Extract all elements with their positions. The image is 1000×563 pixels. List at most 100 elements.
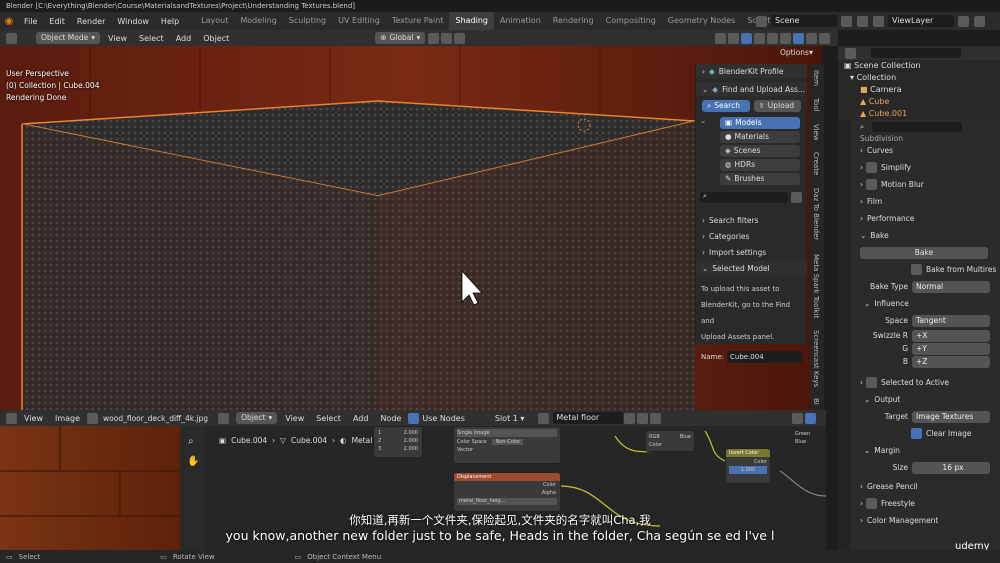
overlay-icon[interactable] xyxy=(741,32,752,44)
asset-type-models[interactable]: ▣ Models xyxy=(720,117,800,129)
node-editor-type-icon[interactable] xyxy=(218,412,230,424)
influence-section[interactable]: Influence xyxy=(874,299,909,308)
section-bake[interactable]: Bake xyxy=(870,231,888,240)
editor-type-icon[interactable] xyxy=(6,32,17,44)
section-film[interactable]: Film xyxy=(867,197,882,206)
slot-dropdown[interactable]: Slot 1 ▾ xyxy=(495,414,525,423)
node-menu-node[interactable]: Node xyxy=(374,414,407,423)
tab-sculpting[interactable]: Sculpting xyxy=(283,12,332,30)
checkbox[interactable] xyxy=(911,264,922,275)
tab-modeling[interactable]: Modeling xyxy=(234,12,282,30)
scene-field[interactable]: Scene xyxy=(771,15,837,27)
outliner-item-cube001[interactable]: Cube.001 xyxy=(869,109,907,118)
swizzle-r-dropdown[interactable]: +X xyxy=(912,329,990,342)
sidebar-tab-item[interactable]: Item xyxy=(812,70,820,86)
tab-rendering[interactable]: Rendering xyxy=(547,12,600,30)
bake-type-dropdown[interactable]: Normal xyxy=(912,280,990,293)
swizzle-g-dropdown[interactable]: +Y xyxy=(912,342,990,355)
margin-size-field[interactable]: 16 px xyxy=(912,461,990,474)
xray-icon[interactable] xyxy=(754,32,765,44)
tab-shading[interactable]: Shading xyxy=(449,12,494,30)
node-menu-add[interactable]: Add xyxy=(347,414,375,423)
delete-scene-icon[interactable] xyxy=(857,15,868,27)
invert-color-node[interactable]: Invert Color Color 1.000 xyxy=(725,448,771,484)
overlay-icon[interactable] xyxy=(805,412,816,424)
options-dropdown[interactable]: Options ▾ xyxy=(780,48,813,57)
selected-to-active-section[interactable]: Selected to Active xyxy=(881,378,949,387)
viewport-menu-object[interactable]: Object xyxy=(197,34,235,43)
tab-geometry-nodes[interactable]: Geometry Nodes xyxy=(662,12,741,30)
use-nodes-checkbox[interactable] xyxy=(408,412,420,424)
bake-button[interactable]: Bake xyxy=(860,246,988,259)
search-dropdown-icon[interactable] xyxy=(791,192,802,203)
tab-layout[interactable]: Layout xyxy=(195,12,234,30)
node-menu-select[interactable]: Select xyxy=(310,414,347,423)
asset-type-scenes[interactable]: ◈ Scenes xyxy=(720,145,800,157)
checkbox[interactable] xyxy=(866,162,877,173)
image-editor-type-icon[interactable] xyxy=(6,412,17,424)
section-simplify[interactable]: Simplify xyxy=(881,163,911,172)
tab-animation[interactable]: Animation xyxy=(494,12,547,30)
section-performance[interactable]: Performance xyxy=(867,214,915,223)
gizmo-icon[interactable] xyxy=(728,32,739,44)
import-settings[interactable]: Import settings xyxy=(709,248,766,257)
blenderkit-profile[interactable]: BlenderKit Profile xyxy=(719,67,784,76)
section-freestyle[interactable]: Freestyle xyxy=(881,499,915,508)
delete-view-layer-icon[interactable] xyxy=(974,15,985,27)
clear-image-checkbox[interactable] xyxy=(911,428,922,439)
image-menu-image[interactable]: Image xyxy=(49,414,86,423)
pause-icon[interactable] xyxy=(819,32,830,44)
checkbox[interactable] xyxy=(866,179,877,190)
outliner-item-camera[interactable]: Camera xyxy=(870,85,901,94)
categories[interactable]: Categories xyxy=(709,232,749,241)
pivot-icon[interactable] xyxy=(428,32,440,44)
outliner-editor-icon[interactable] xyxy=(845,47,856,59)
properties-search[interactable] xyxy=(872,122,963,132)
image-texture-node[interactable]: Single Image Color Space Non-Color Vecto… xyxy=(453,426,561,464)
copy-icon[interactable] xyxy=(637,412,649,424)
tab-uv-editing[interactable]: UV Editing xyxy=(332,12,386,30)
search-filters[interactable]: Search filters xyxy=(709,216,759,225)
blender-logo-icon[interactable]: ◉ xyxy=(0,16,18,27)
node-menu-view[interactable]: View xyxy=(279,414,310,423)
object-mode-dropdown[interactable]: Object Mode ▾ xyxy=(36,32,101,44)
asset-name-input[interactable]: Cube.004 xyxy=(727,351,802,363)
displacement-node[interactable]: Displacement Color Alpha metal_floor_hei… xyxy=(453,472,561,512)
mapping-node[interactable]: 1 2.000 2 2.000 3 2.000 xyxy=(373,426,423,458)
transform-orientation-dropdown[interactable]: ⊕ Global ▾ xyxy=(375,32,426,44)
selected-model-section[interactable]: Selected Model xyxy=(712,264,769,273)
asset-type-hdrs[interactable]: ◍ HDRs xyxy=(720,159,800,171)
outliner-scene-collection[interactable]: Scene Collection xyxy=(854,61,921,70)
outliner-item-cube[interactable]: Cube xyxy=(869,97,890,106)
snap-icon[interactable] xyxy=(792,412,803,424)
blenderkit-search-input[interactable]: ⌕ xyxy=(700,192,788,203)
pin-icon[interactable] xyxy=(650,412,662,424)
image-browse-icon[interactable] xyxy=(87,412,99,424)
margin-section[interactable]: Margin xyxy=(874,446,900,455)
outliner-collection[interactable]: Collection xyxy=(857,73,897,82)
material-name-field[interactable]: Metal floor xyxy=(553,412,624,424)
outliner-search[interactable] xyxy=(871,48,961,58)
checkbox[interactable] xyxy=(866,498,877,509)
shading-rendered-icon[interactable] xyxy=(806,32,817,44)
menu-render[interactable]: Render xyxy=(71,17,111,26)
new-view-layer-icon[interactable] xyxy=(958,15,969,27)
shield-icon[interactable] xyxy=(624,412,636,424)
sidebar-tab-screencast[interactable]: Screencast Keys xyxy=(812,330,820,387)
shader-type-dropdown[interactable]: Object ▾ xyxy=(236,412,278,424)
view-layer-field[interactable]: ViewLayer xyxy=(888,15,954,27)
shading-wireframe-icon[interactable] xyxy=(767,32,778,44)
checkbox[interactable] xyxy=(866,377,877,388)
viewport-menu-add[interactable]: Add xyxy=(170,34,198,43)
swizzle-b-dropdown[interactable]: +Z xyxy=(912,355,990,368)
shading-solid-icon[interactable] xyxy=(780,32,791,44)
menu-file[interactable]: File xyxy=(18,17,43,26)
shading-material-icon[interactable] xyxy=(793,32,804,44)
viewport-menu-view[interactable]: View xyxy=(102,34,133,43)
sidebar-tab-tool[interactable]: Tool xyxy=(812,98,820,112)
image-name-field[interactable]: wood_floor_deck_diff_4k.jpg xyxy=(99,414,212,423)
asset-type-materials[interactable]: ● Materials xyxy=(720,131,800,143)
space-dropdown[interactable]: Tangent xyxy=(912,314,990,327)
upload-tab[interactable]: ⇪ Upload xyxy=(753,100,801,112)
snap-icon[interactable] xyxy=(441,32,453,44)
